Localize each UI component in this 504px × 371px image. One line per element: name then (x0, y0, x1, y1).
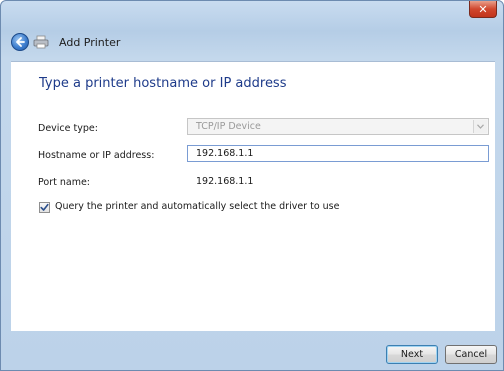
device-type-value: TCP/IP Device (196, 121, 261, 132)
window-title: Add Printer (59, 36, 121, 49)
hostname-input[interactable]: 192.168.1.1 (187, 145, 489, 162)
next-button[interactable]: Next (386, 345, 438, 364)
cancel-button[interactable]: Cancel (445, 345, 497, 364)
hostname-label: Hostname or IP address: (38, 150, 155, 161)
back-button[interactable] (11, 33, 29, 51)
close-button[interactable]: ✕ (469, 1, 497, 18)
close-icon: ✕ (478, 2, 488, 16)
wizard-content: Type a printer hostname or IP address De… (11, 61, 495, 331)
page-heading: Type a printer hostname or IP address (39, 76, 287, 91)
port-name-label: Port name: (38, 177, 90, 188)
port-name-input[interactable]: 192.168.1.1 (187, 173, 489, 190)
printer-icon (33, 35, 49, 49)
query-printer-label[interactable]: Query the printer and automatically sele… (55, 201, 339, 212)
query-printer-checkbox[interactable] (39, 202, 50, 213)
add-printer-window: ✕ Add Printer Type a printer hostname or… (0, 0, 504, 371)
back-arrow-icon (16, 37, 25, 47)
device-type-select[interactable]: TCP/IP Device (187, 118, 489, 135)
chevron-down-icon (473, 120, 487, 133)
device-type-label: Device type: (38, 123, 98, 134)
checkmark-icon (40, 203, 49, 211)
